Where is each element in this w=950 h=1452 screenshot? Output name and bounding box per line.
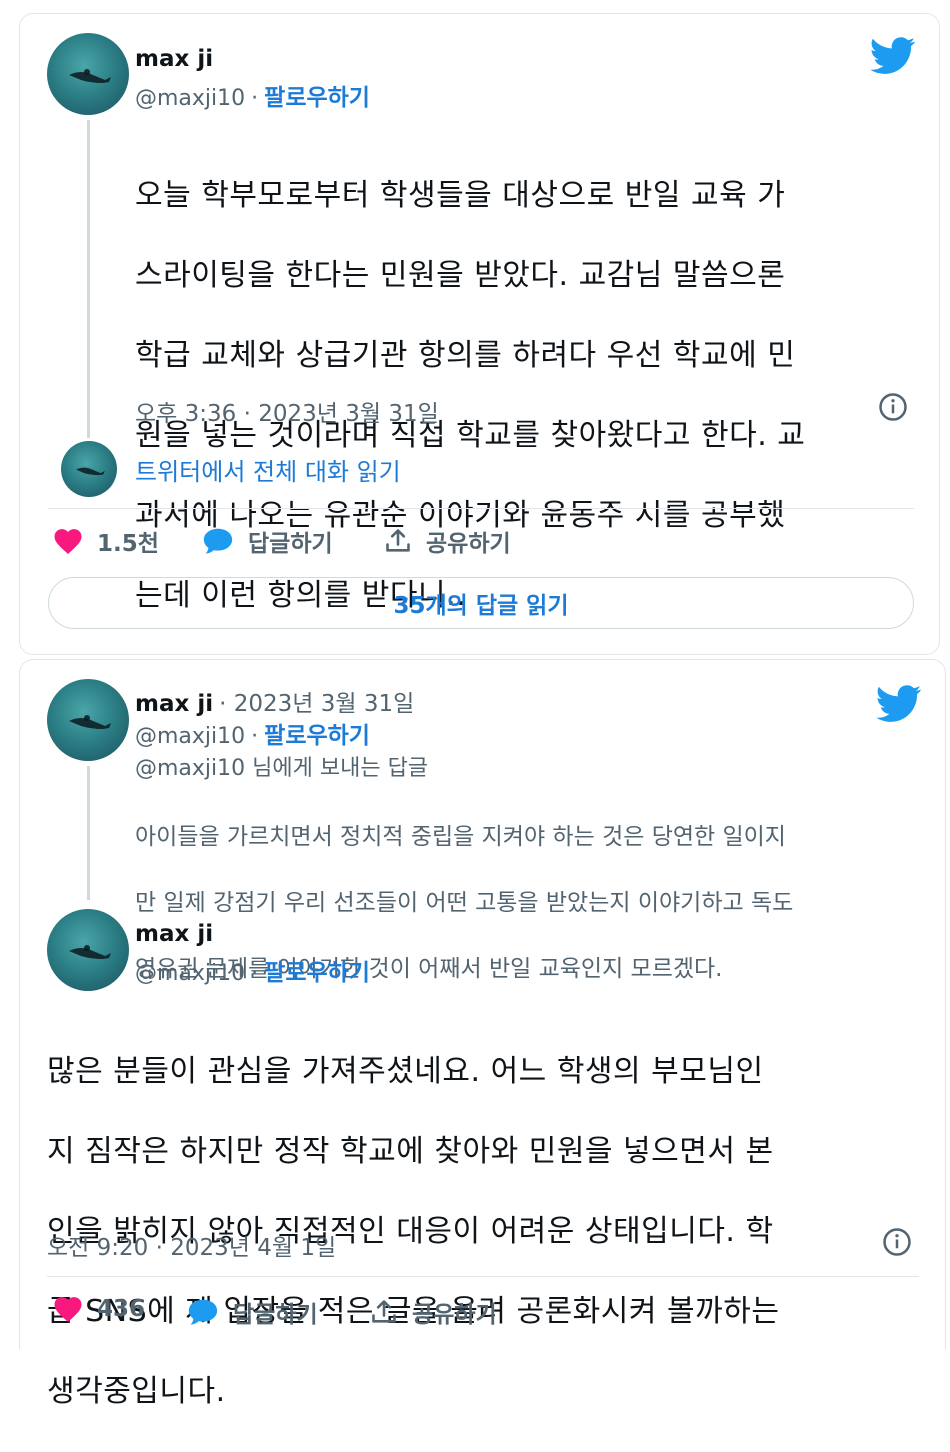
diver-silhouette-icon <box>69 715 111 729</box>
reply-bubble-icon <box>188 1299 218 1325</box>
read-replies-button[interactable]: 35개의 답글 읽기 <box>48 577 914 629</box>
share-button[interactable]: 공유하기 <box>384 524 511 558</box>
follow-button[interactable]: 팔로우하기 <box>264 716 370 750</box>
reply-line: 만 일제 강점기 우리 선조들이 어떤 고통을 받았는지 이야기하고 독도 <box>135 890 794 916</box>
divider <box>47 1276 919 1277</box>
info-icon[interactable] <box>882 1227 912 1257</box>
tweet-line: 학급 교체와 상급기관 항의를 하려다 우선 학교에 민 <box>135 338 796 373</box>
like-count: 1.5천 <box>97 531 159 557</box>
divider <box>48 508 914 509</box>
share-button[interactable]: 공유하기 <box>370 1295 497 1329</box>
share-icon <box>386 529 410 552</box>
conversation-avatar[interactable] <box>61 441 117 497</box>
reply-bubble-icon <box>203 528 233 554</box>
tweet-line: 스라이팅을 한다는 민원을 받았다. 교감님 말씀으론 <box>135 258 786 293</box>
tweet-card-1: max ji @maxji10 · 팔로우하기 오늘 학부모로부터 학생들을 대… <box>19 13 940 655</box>
follow-button[interactable]: 팔로우하기 <box>264 953 370 987</box>
info-icon[interactable] <box>878 392 908 422</box>
reply-button[interactable]: 답글하기 <box>187 1295 318 1329</box>
thread-line <box>87 766 90 900</box>
main-author-handle[interactable]: @maxji10 <box>135 961 245 986</box>
reply-author-name[interactable]: max ji <box>135 691 213 717</box>
tweet-timestamp[interactable]: 오후 3:36 · 2023년 3월 31일 <box>135 394 439 428</box>
separator-dot: · <box>251 961 259 986</box>
reply-author-avatar[interactable] <box>47 679 129 761</box>
tweet-line: 오늘 학부모로부터 학생들을 대상으로 반일 교육 가 <box>135 178 786 213</box>
like-button[interactable]: 436 <box>53 1295 145 1323</box>
twitter-bird-icon[interactable] <box>870 37 916 75</box>
tweet-line: 많은 분들이 관심을 가져주셨네요. 어느 학생의 부모님인 <box>47 1054 764 1089</box>
diver-silhouette-icon <box>69 69 111 83</box>
reply-label: 답글하기 <box>233 1302 318 1328</box>
share-label: 공유하기 <box>412 1302 497 1328</box>
tweet-line: 생각중입니다. <box>47 1374 226 1409</box>
diver-silhouette-icon <box>76 467 105 476</box>
separator-dot: · <box>251 86 259 111</box>
reply-button[interactable]: 답글하기 <box>202 524 333 558</box>
twitter-bird-icon[interactable] <box>876 685 922 723</box>
like-button[interactable]: 1.5천 <box>53 524 159 558</box>
author-handle[interactable]: @maxji10 <box>135 86 245 111</box>
read-conversation-link[interactable]: 트위터에서 전체 대화 읽기 <box>135 452 401 487</box>
diver-silhouette-icon <box>69 945 111 959</box>
reply-author-handle[interactable]: @maxji10 <box>135 724 245 749</box>
like-count: 436 <box>97 1296 146 1322</box>
main-author-name[interactable]: max ji <box>135 921 213 947</box>
heart-icon <box>54 529 82 554</box>
author-avatar[interactable] <box>47 33 129 115</box>
heart-icon <box>54 1297 82 1322</box>
reply-date[interactable]: · 2023년 3월 31일 <box>219 684 414 718</box>
tweet-card-2: max ji · 2023년 3월 31일 @maxji10 · 팔로우하기 @… <box>19 659 946 1409</box>
follow-button[interactable]: 팔로우하기 <box>264 78 370 112</box>
share-icon <box>372 1300 396 1323</box>
author-name[interactable]: max ji <box>135 46 213 72</box>
tweet-timestamp[interactable]: 오전 9:20 · 2023년 4월 1일 <box>47 1228 336 1262</box>
main-author-avatar[interactable] <box>47 909 129 991</box>
reply-label: 답글하기 <box>248 531 333 557</box>
reply-line: 아이들을 가르치면서 정치적 중립을 지켜야 하는 것은 당연한 일이지 <box>135 824 786 850</box>
replying-to: @maxji10 님에게 보내는 답글 <box>135 756 429 781</box>
thread-line <box>87 120 90 438</box>
tweet-line: 지 짐작은 하지만 정작 학교에 찾아와 민원을 넣으면서 본 <box>47 1134 774 1169</box>
share-label: 공유하기 <box>426 531 511 557</box>
separator-dot: · <box>251 724 259 749</box>
